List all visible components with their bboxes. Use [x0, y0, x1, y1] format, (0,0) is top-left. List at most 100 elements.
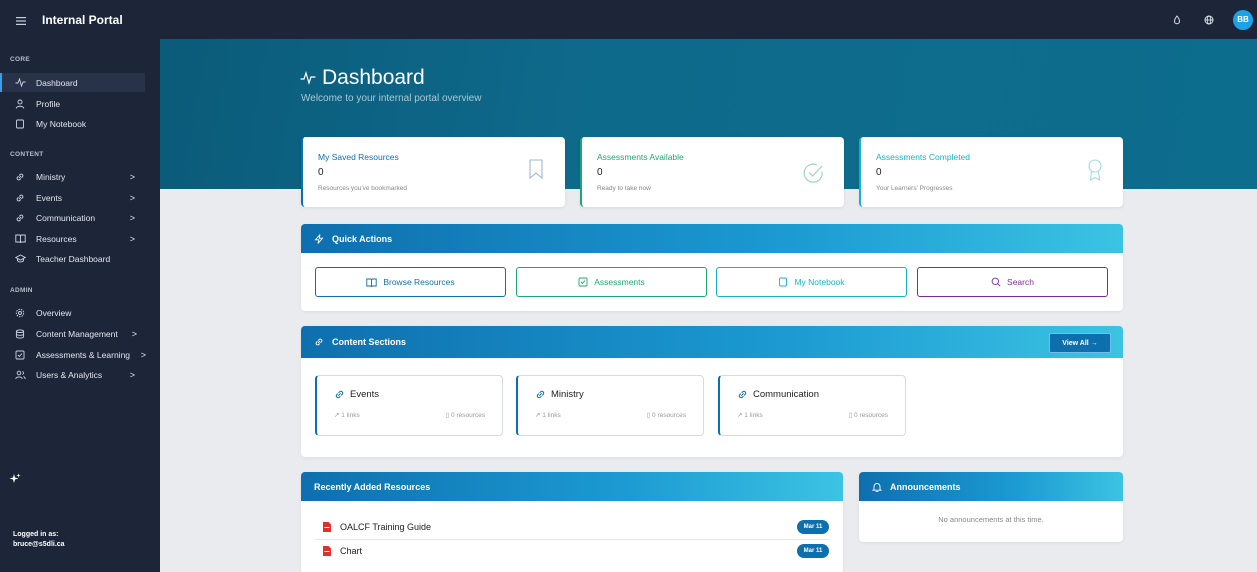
sidebar-item-dashboard[interactable]: Dashboard — [0, 73, 145, 92]
checkbox-icon — [578, 277, 588, 287]
theme-toggle-icon[interactable] — [1167, 10, 1187, 30]
avatar[interactable]: BB — [1233, 9, 1253, 30]
sidebar-item-profile[interactable]: Profile — [3, 94, 145, 113]
chevron-right-icon: > — [131, 328, 137, 339]
book-icon — [13, 234, 27, 243]
sidebar-item-resources[interactable]: Resources > — [3, 229, 145, 248]
view-all-button[interactable]: View All → — [1049, 333, 1111, 353]
sidebar-item-label: Communication — [36, 212, 96, 223]
panel-title: Announcements — [890, 481, 961, 492]
globe-icon[interactable] — [1199, 10, 1219, 30]
browse-resources-button[interactable]: Browse Resources — [315, 267, 506, 297]
stat-card-assessments-completed[interactable]: Assessments Completed 0 Your Learners' P… — [859, 137, 1123, 207]
content-sections-panel: Content Sections View All → Events ↗ 1 l… — [301, 326, 1123, 457]
sidebar-item-label: My Notebook — [36, 118, 87, 129]
content-section-card-communication[interactable]: Communication ↗ 1 links ▯ 0 resources — [718, 375, 906, 436]
sidebar-item-label: Users & Analytics — [36, 369, 103, 380]
section-title-text: Events — [350, 389, 380, 400]
sidebar-item-events[interactable]: Events > — [3, 188, 145, 207]
sidebar-item-my-notebook[interactable]: My Notebook — [3, 114, 145, 133]
database-icon — [13, 328, 27, 339]
announcements-empty-text: No announcements at this time. — [938, 515, 1044, 524]
sidebar-item-label: Resources — [36, 233, 77, 244]
sidebar: CORE Dashboard Profile My Notebook CONTE… — [0, 39, 160, 572]
sidebar-item-label: Overview — [36, 307, 72, 318]
assessments-button[interactable]: Assessments — [516, 267, 707, 297]
section-links-count: ↗ 1 links — [737, 412, 763, 419]
stat-subtitle: Your Learners' Progresses — [876, 185, 953, 192]
graduation-icon — [13, 254, 27, 263]
stat-subtitle: Resources you've bookmarked — [318, 185, 408, 192]
section-title: Communication — [737, 389, 819, 400]
ai-sparkle-icon[interactable] — [9, 473, 21, 488]
sidebar-item-label: Teacher Dashboard — [36, 253, 111, 264]
sidebar-section-content: CONTENT — [10, 151, 44, 158]
link-icon — [13, 172, 27, 182]
sidebar-section-admin: ADMIN — [10, 287, 33, 294]
button-label: Assessments — [594, 277, 645, 287]
stat-card-saved-resources[interactable]: My Saved Resources 0 Resources you've bo… — [301, 137, 565, 207]
resource-row[interactable]: Chart Mar 11 — [315, 539, 829, 562]
link-icon — [13, 193, 27, 203]
users-icon — [13, 370, 27, 380]
sidebar-item-overview[interactable]: Overview — [3, 303, 145, 322]
top-bar: Internal Portal BB — [0, 0, 1257, 39]
content-section-card-ministry[interactable]: Ministry ↗ 1 links ▯ 0 resources — [516, 375, 704, 436]
sidebar-item-label: Events — [36, 192, 62, 203]
sidebar-item-ministry[interactable]: Ministry > — [3, 167, 145, 186]
link-icon — [535, 389, 546, 400]
chevron-right-icon: > — [129, 192, 135, 203]
sidebar-item-content-management[interactable]: Content Management > — [3, 324, 145, 343]
resource-date-badge: Mar 11 — [797, 519, 829, 534]
my-notebook-button[interactable]: My Notebook — [716, 267, 907, 297]
sidebar-item-label: Profile — [36, 98, 61, 109]
content-section-card-events[interactable]: Events ↗ 1 links ▯ 0 resources — [315, 375, 503, 436]
link-icon — [13, 213, 27, 223]
notebook-icon — [13, 119, 27, 129]
button-label: Browse Resources — [383, 277, 455, 287]
award-icon — [1087, 159, 1103, 186]
sidebar-section-core: CORE — [10, 56, 30, 63]
sidebar-item-users-analytics[interactable]: Users & Analytics > — [3, 365, 145, 384]
resource-row[interactable]: OALCF Training Guide Mar 11 — [315, 515, 829, 538]
section-title: Ministry — [535, 389, 584, 400]
sidebar-item-assessments-learning[interactable]: Assessments & Learning > — [3, 345, 146, 364]
stat-title: Assessments Available — [597, 152, 684, 162]
user-icon — [13, 99, 27, 109]
resource-date-badge: Mar 11 — [797, 543, 829, 558]
stat-value: 0 — [597, 167, 603, 178]
panel-title: Recently Added Resources — [314, 481, 431, 492]
stat-card-assessments-available[interactable]: Assessments Available 0 Ready to take no… — [580, 137, 844, 207]
logged-in-info: Logged in as: bruce@s5dli.ca — [13, 530, 65, 550]
sidebar-item-teacher-dashboard[interactable]: Teacher Dashboard — [3, 249, 145, 268]
menu-icon[interactable] — [16, 12, 30, 28]
section-title-text: Communication — [753, 389, 819, 400]
pdf-file-icon — [323, 545, 331, 556]
page-title: Dashboard — [300, 66, 425, 90]
announcements-panel: Announcements No announcements at this t… — [859, 472, 1123, 542]
quick-actions-panel: Quick Actions Browse Resources Assessmen… — [301, 224, 1123, 311]
section-title: Events — [334, 389, 379, 400]
activity-icon — [300, 71, 316, 85]
content-sections-header: Content Sections View All → — [301, 326, 1123, 358]
checkbox-icon — [13, 350, 27, 360]
pdf-file-icon — [323, 521, 331, 532]
notebook-icon — [778, 277, 788, 287]
sidebar-item-communication[interactable]: Communication > — [3, 208, 145, 227]
resource-name: Chart — [340, 545, 363, 556]
activity-icon — [13, 78, 27, 87]
quick-actions-header: Quick Actions — [301, 224, 1123, 253]
chevron-right-icon: > — [140, 349, 146, 360]
section-resources-count: ▯ 0 resources — [646, 412, 686, 419]
book-icon — [366, 278, 377, 287]
chevron-right-icon: > — [129, 369, 135, 380]
search-button[interactable]: Search — [917, 267, 1108, 297]
announcements-header: Announcements — [859, 472, 1123, 501]
section-resources-count: ▯ 0 resources — [445, 412, 485, 419]
search-icon — [991, 277, 1001, 287]
page-title-text: Dashboard — [322, 66, 425, 89]
link-icon — [314, 337, 324, 347]
section-links-count: ↗ 1 links — [535, 412, 561, 419]
logged-in-label: Logged in as: — [13, 531, 59, 538]
section-resources-count: ▯ 0 resources — [848, 412, 888, 419]
